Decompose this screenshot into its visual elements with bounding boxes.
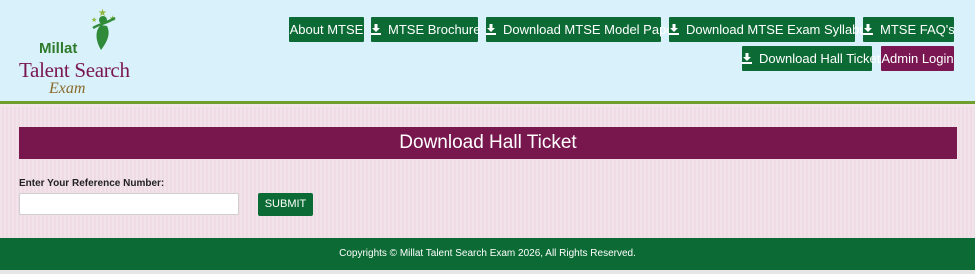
mtse-brochure-label: MTSE Brochure — [388, 22, 481, 37]
site-header: ★ ★ ★ Millat Talent Search Exam About MT… — [0, 0, 975, 104]
page-title: Download Hall Ticket — [19, 127, 957, 159]
about-mtse-button[interactable]: About MTSE — [289, 17, 364, 42]
reference-number-input[interactable] — [19, 193, 239, 215]
admin-login-button[interactable]: Admin Login — [881, 46, 954, 71]
download-syllabus-label: Download MTSE Exam Syllabus — [686, 22, 874, 37]
download-icon — [669, 24, 679, 35]
about-mtse-label: About MTSE — [289, 22, 364, 37]
logo-line-3: Exam — [49, 80, 86, 97]
download-icon — [742, 53, 752, 64]
download-icon — [486, 24, 496, 35]
main-content: Download Hall Ticket Enter Your Referenc… — [0, 107, 975, 238]
mtse-faq-button[interactable]: MTSE FAQ's — [863, 17, 955, 42]
mtse-brochure-button[interactable]: MTSE Brochure — [371, 17, 481, 42]
download-model-paper-button[interactable]: Download MTSE Model Paper — [486, 17, 678, 42]
logo-line-1: Millat — [39, 40, 78, 57]
admin-login-label: Admin Login — [881, 51, 954, 66]
site-footer: Copyrights © Millat Talent Search Exam 2… — [0, 238, 975, 270]
download-hall-ticket-button[interactable]: Download Hall Ticket — [742, 46, 880, 71]
download-syllabus-button[interactable]: Download MTSE Exam Syllabus — [669, 17, 873, 42]
copyright-text: Copyrights © Millat Talent Search Exam 2… — [339, 248, 636, 259]
site-logo[interactable]: ★ ★ ★ Millat Talent Search Exam — [15, 6, 145, 98]
bottom-divider — [0, 270, 975, 274]
reference-number-label: Enter Your Reference Number: — [19, 178, 165, 189]
download-icon — [863, 24, 873, 35]
student-figure-icon — [92, 16, 116, 50]
download-icon — [371, 24, 381, 35]
mtse-faq-label: MTSE FAQ's — [880, 22, 955, 37]
download-model-paper-label: Download MTSE Model Paper — [503, 22, 678, 37]
download-hall-ticket-label: Download Hall Ticket — [759, 51, 881, 66]
submit-button[interactable]: SUBMIT — [258, 193, 313, 216]
